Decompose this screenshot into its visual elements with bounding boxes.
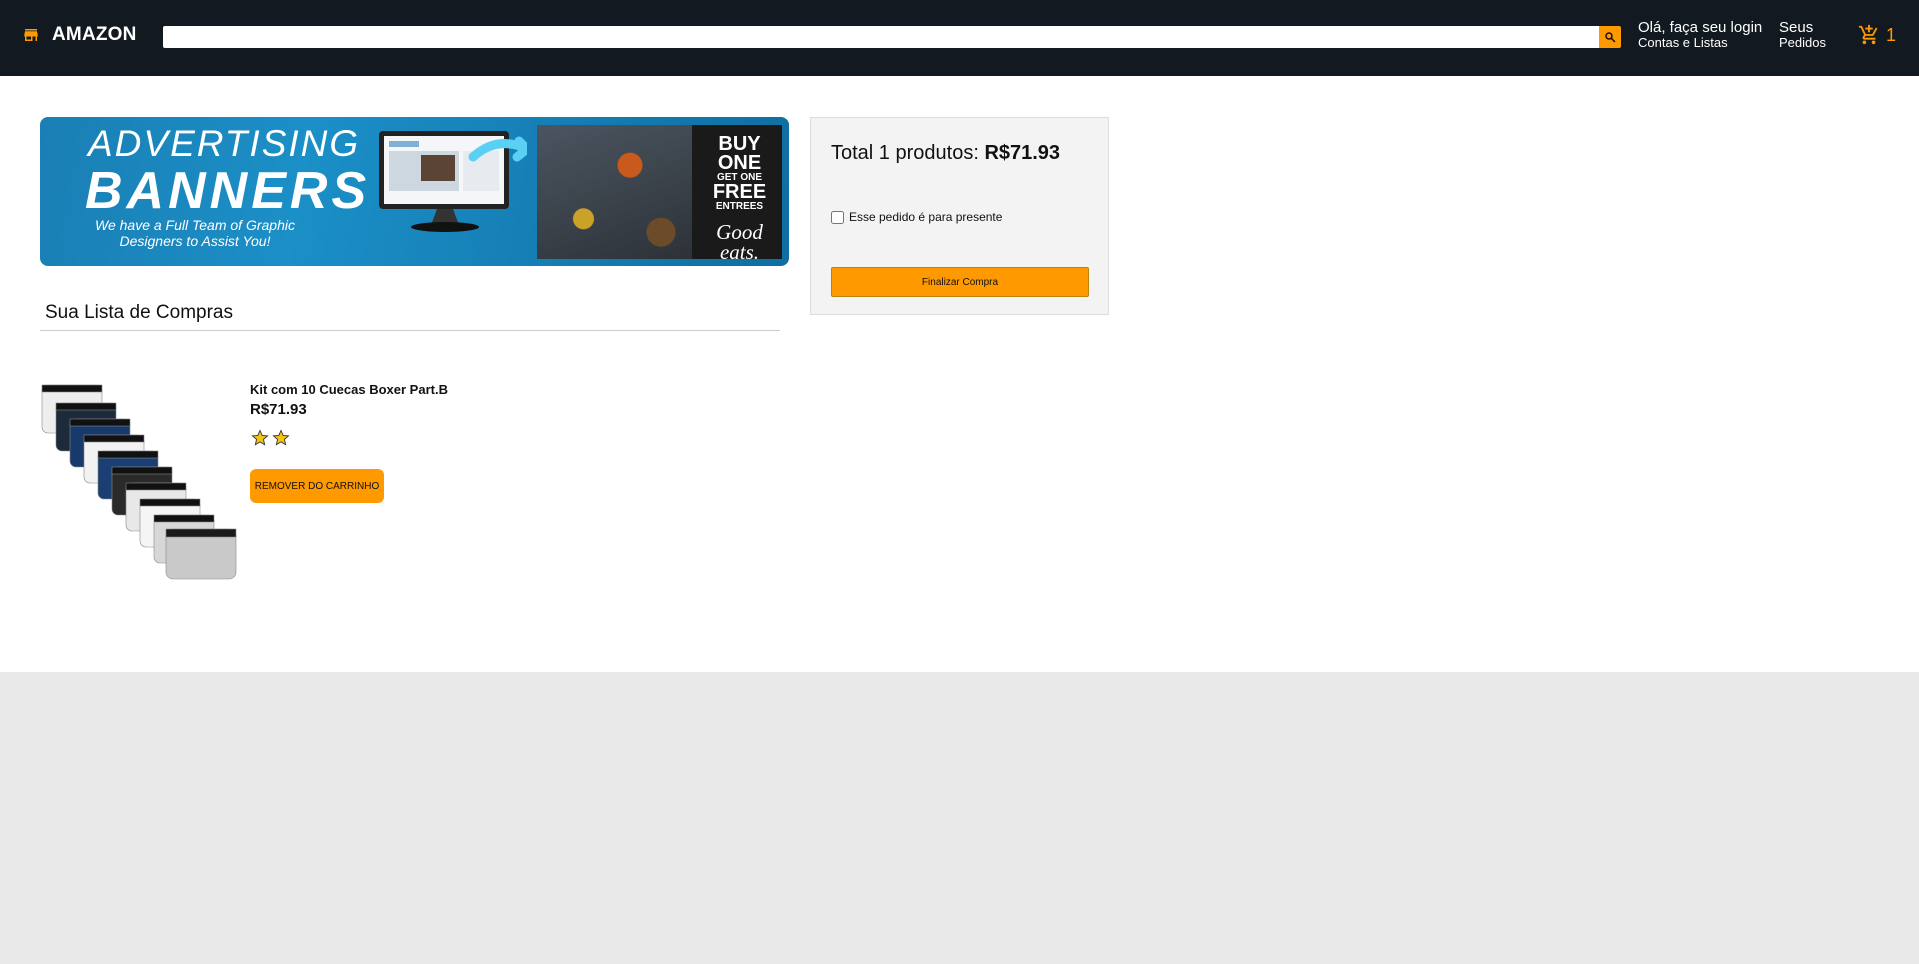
top-nav-bar: AMAZON Olá, faça seu login Contas e List…	[0, 0, 1919, 76]
login-greeting: Olá, faça seu login	[1638, 19, 1763, 36]
checkout-button[interactable]: Finalizar Compra	[831, 267, 1089, 297]
orders-line1: Seus	[1779, 19, 1814, 36]
main-content: ADVERTISING BANNERS We have a Full Team …	[0, 76, 1919, 672]
gift-checkbox[interactable]	[831, 210, 844, 224]
shopping-list-title: Sua Lista de Compras	[45, 302, 233, 323]
divider	[40, 330, 780, 331]
star-icon	[251, 429, 269, 446]
search-button[interactable]	[1599, 26, 1621, 48]
account-login-link[interactable]: Olá, faça seu login Contas e Listas	[1638, 19, 1762, 51]
cart-link[interactable]: 1	[1858, 24, 1896, 46]
orders-link[interactable]: Seus Pedidos	[1779, 19, 1826, 51]
banner-title-line2: BANNERS	[85, 162, 371, 220]
food-promo-image: BUY ONE GET ONE FREE ENTREES Good eats.	[537, 125, 782, 262]
product-rating	[251, 429, 290, 447]
remove-from-cart-button[interactable]: REMOVER DO CARRINHO	[250, 469, 384, 503]
product-image[interactable]	[40, 381, 240, 581]
search-icon	[1605, 32, 1616, 43]
promo-text: BUY ONE GET ONE FREE ENTREES Good eats.	[702, 134, 777, 264]
total-label: Total 1 produtos:	[831, 142, 979, 164]
banner-subtitle: We have a Full Team of Graphic Designers…	[95, 217, 295, 250]
cart-icon	[1858, 24, 1878, 45]
order-summary-box: Total 1 produtos: R$71.93 Esse pedido é …	[810, 117, 1109, 315]
order-total: Total 1 produtos: R$71.93	[831, 142, 1060, 165]
promo-line2: ONE	[717, 152, 762, 174]
store-icon	[24, 29, 38, 41]
total-value: R$71.93	[984, 142, 1061, 164]
search-input[interactable]	[163, 26, 1599, 48]
page-footer-area	[0, 672, 1919, 964]
promo-line4: FREE	[712, 180, 767, 203]
monitor-illustration	[379, 131, 527, 232]
logo-text: AMAZON	[52, 24, 137, 45]
promo-line5: ENTREES	[715, 200, 764, 212]
gift-option[interactable]: Esse pedido é para presente	[831, 210, 1002, 224]
banner-title-line1: ADVERTISING	[88, 123, 361, 164]
advertising-banner[interactable]: ADVERTISING BANNERS We have a Full Team …	[40, 117, 789, 266]
search-bar	[163, 26, 1621, 48]
food-photo	[537, 125, 692, 259]
promo-script: Good eats.	[716, 220, 763, 264]
accounts-lists-label: Contas e Listas	[1638, 35, 1728, 51]
product-price: R$71.93	[250, 401, 307, 418]
gift-label: Esse pedido é para presente	[849, 210, 1003, 224]
product-name[interactable]: Kit com 10 Cuecas Boxer Part.B	[250, 382, 448, 397]
star-icon	[272, 429, 290, 446]
orders-line2: Pedidos	[1779, 35, 1826, 51]
logo[interactable]: AMAZON	[22, 24, 137, 46]
cart-count: 1	[1886, 24, 1897, 45]
